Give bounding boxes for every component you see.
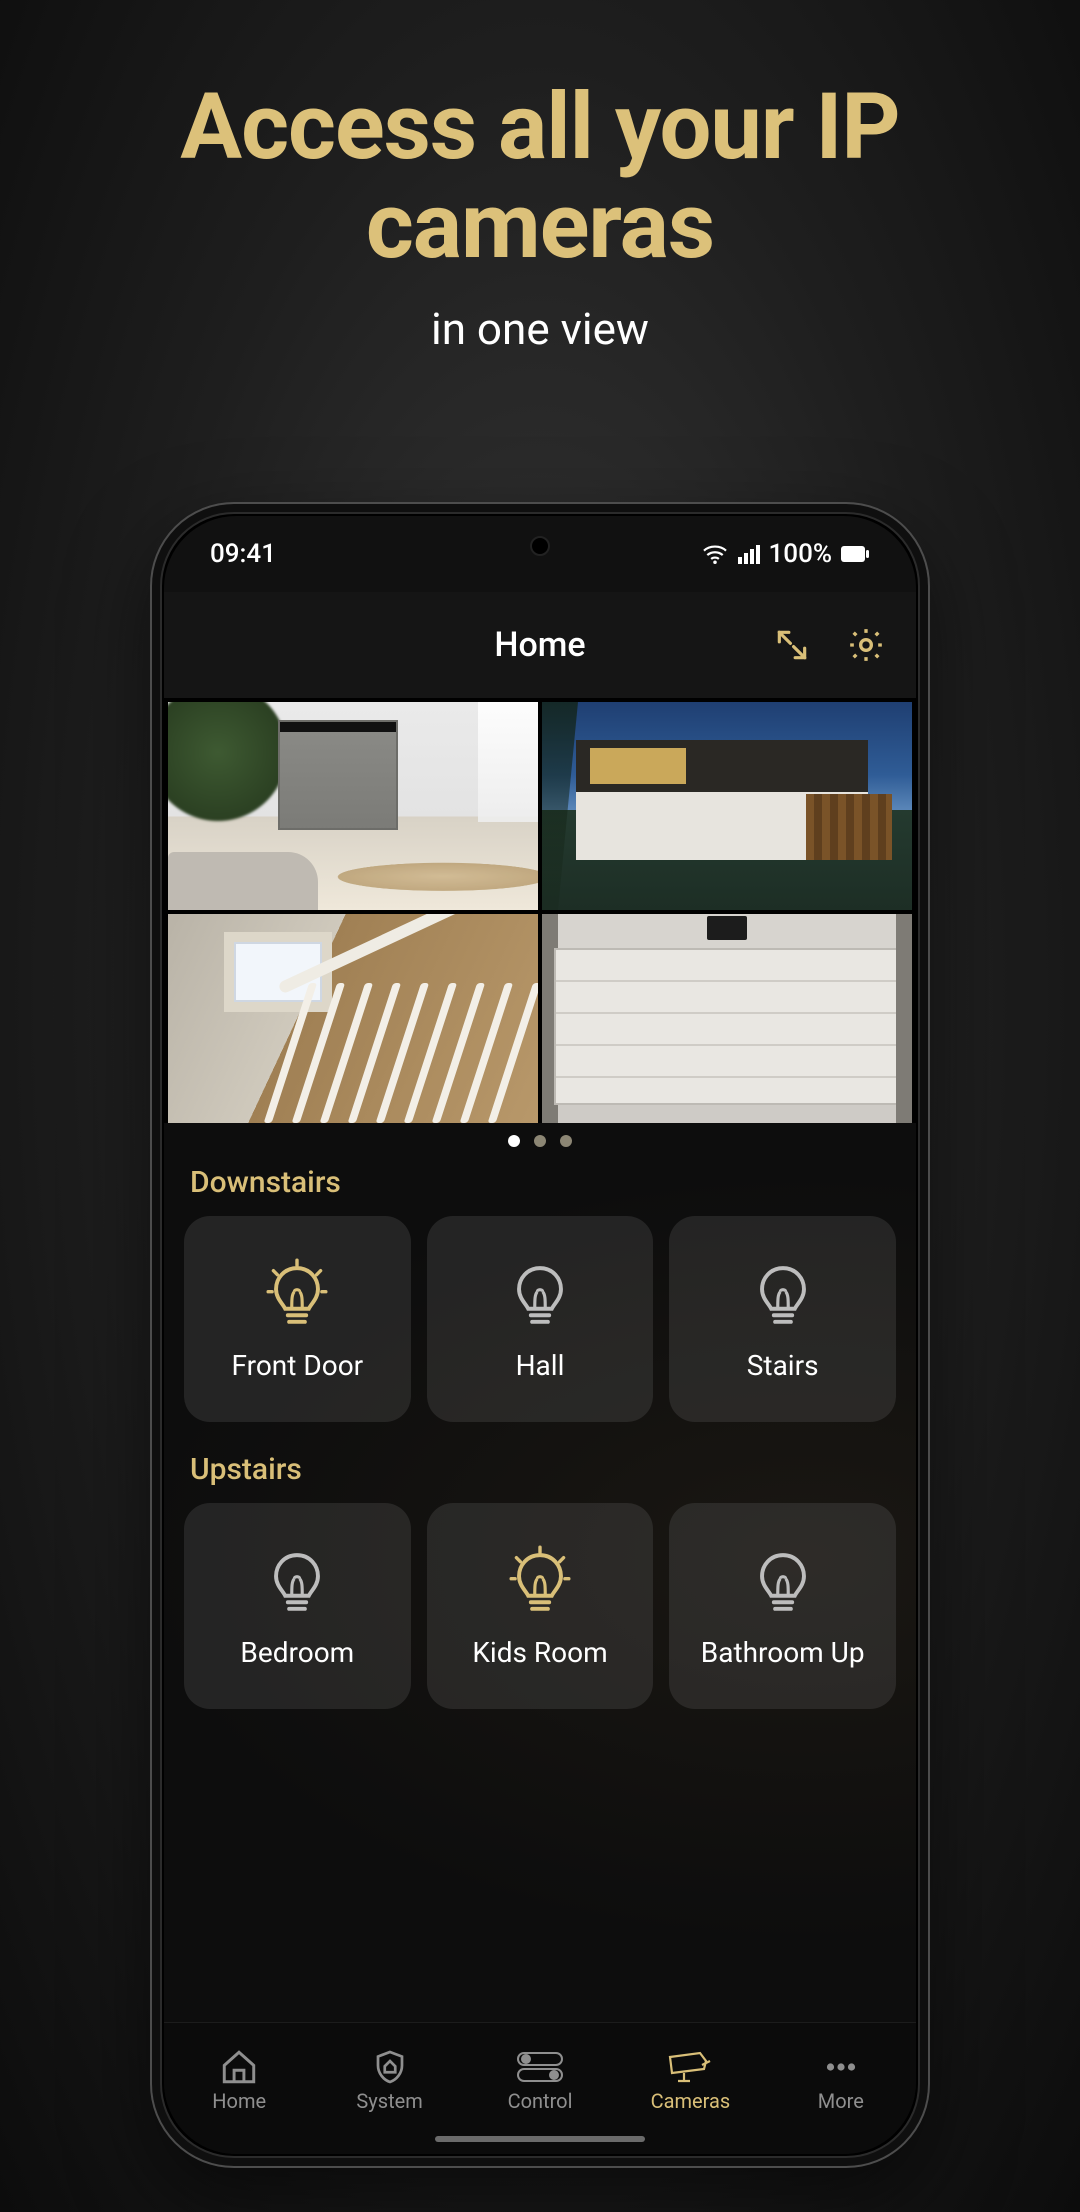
camera-tile-garage[interactable]: [542, 914, 912, 1122]
phone-screen: 09:41: [164, 516, 916, 2154]
light-card-label: Bedroom: [240, 1636, 354, 1669]
camera-pager[interactable]: [164, 1123, 916, 1157]
page-title: Home: [494, 625, 585, 665]
section-label: Downstairs: [164, 1157, 916, 1216]
light-card[interactable]: Front Door: [184, 1216, 411, 1422]
camera-grid: [164, 698, 916, 1123]
bulb-off-icon: [748, 1255, 818, 1331]
pager-dot[interactable]: [560, 1135, 572, 1147]
pager-dot[interactable]: [534, 1135, 546, 1147]
tab-label: More: [818, 2089, 864, 2113]
phone-frame: 09:41: [150, 502, 930, 2168]
punch-hole-camera: [530, 536, 550, 556]
expand-button[interactable]: [770, 623, 814, 667]
bulb-on-icon: [262, 1255, 332, 1331]
more-icon: [821, 2049, 861, 2085]
bulb-off-icon: [748, 1542, 818, 1618]
tab-more[interactable]: More: [766, 2023, 916, 2154]
camera-tile-living-room[interactable]: [168, 702, 538, 910]
light-card[interactable]: Bedroom: [184, 1503, 411, 1709]
tab-label: Control: [508, 2089, 573, 2113]
tab-label: Home: [212, 2089, 266, 2113]
hero-subhead: in one view: [0, 303, 1080, 355]
section-label: Upstairs: [164, 1444, 916, 1503]
light-card-label: Stairs: [747, 1349, 819, 1382]
light-card-label: Bathroom Up: [701, 1636, 865, 1669]
camera-tile-front-exterior[interactable]: [542, 702, 912, 910]
tab-bar: Home System Control Cameras More: [164, 2022, 916, 2154]
light-card-label: Hall: [516, 1349, 565, 1382]
camera-icon: [666, 2049, 714, 2085]
light-card[interactable]: Bathroom Up: [669, 1503, 896, 1709]
shield-icon: [370, 2049, 410, 2085]
light-card-label: Kids Room: [472, 1636, 607, 1669]
light-card[interactable]: Hall: [427, 1216, 654, 1422]
wifi-icon: [701, 543, 729, 565]
tab-camera[interactable]: Cameras: [615, 2023, 765, 2154]
light-card[interactable]: Stairs: [669, 1216, 896, 1422]
status-right: 100%: [701, 539, 870, 569]
card-row: Front Door Hall Stairs: [164, 1216, 916, 1444]
light-card[interactable]: Kids Room: [427, 1503, 654, 1709]
pager-dot[interactable]: [508, 1135, 520, 1147]
battery-icon: [840, 545, 870, 563]
battery-text: 100%: [769, 539, 832, 569]
cell-signal-icon: [737, 543, 761, 565]
tab-shield[interactable]: System: [314, 2023, 464, 2154]
light-card-label: Front Door: [231, 1349, 363, 1382]
card-row: Bedroom Kids Room Bathroom Up: [164, 1503, 916, 1731]
content-area: DownstairsFront DoorHallStairsUpstairsBe…: [164, 698, 916, 2022]
hero-headline: Access all your IP cameras: [0, 78, 1080, 277]
toggle-icon: [516, 2049, 564, 2085]
tab-toggle[interactable]: Control: [465, 2023, 615, 2154]
settings-button[interactable]: [844, 623, 888, 667]
status-time: 09:41: [210, 539, 276, 569]
home-icon: [219, 2049, 259, 2085]
tab-label: Cameras: [651, 2089, 731, 2113]
camera-tile-stairs[interactable]: [168, 914, 538, 1122]
tab-home[interactable]: Home: [164, 2023, 314, 2154]
tab-label: System: [356, 2089, 422, 2113]
home-indicator: [435, 2136, 645, 2142]
bulb-on-icon: [505, 1542, 575, 1618]
hero: Access all your IP cameras in one view: [0, 78, 1080, 355]
app-header: Home: [164, 592, 916, 698]
bulb-off-icon: [505, 1255, 575, 1331]
bulb-off-icon: [262, 1542, 332, 1618]
